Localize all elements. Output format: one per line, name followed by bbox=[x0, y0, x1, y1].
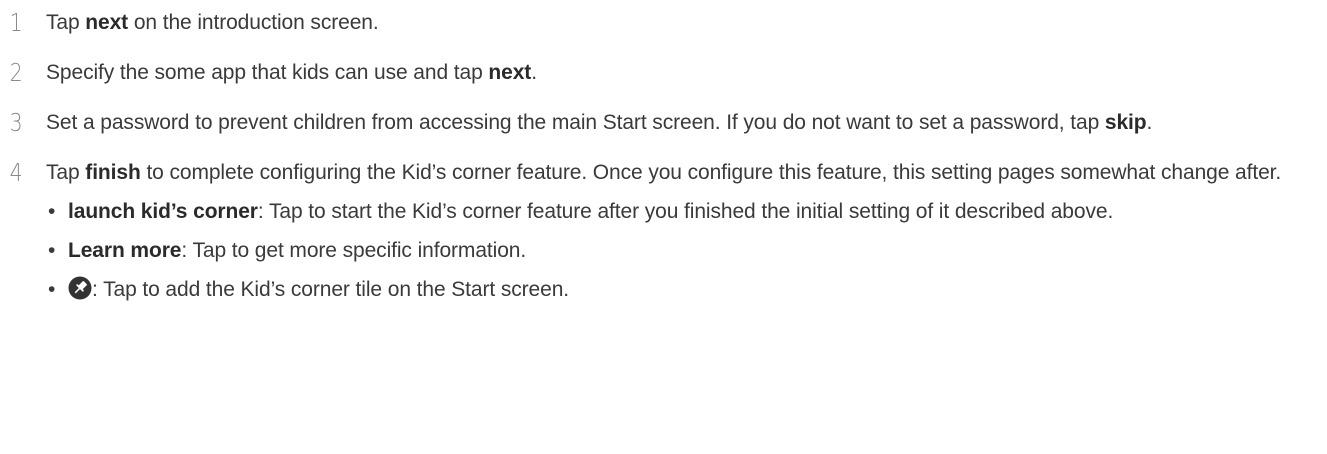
step-number: 1 bbox=[9, 8, 23, 37]
step-text-after: . bbox=[1146, 111, 1153, 134]
step-keyword: next bbox=[85, 11, 129, 34]
option-list: • launch kid’s corner: Tap to start the … bbox=[46, 195, 1281, 306]
bullet-symbol: • bbox=[48, 239, 56, 262]
step-keyword: next bbox=[488, 61, 532, 84]
step-keyword: skip bbox=[1104, 111, 1147, 134]
step-1: 1 Tap next on the introduction screen. bbox=[8, 5, 1307, 41]
bullet-symbol: • bbox=[48, 278, 56, 301]
step-2: 2 Specify the some app that kids can use… bbox=[8, 55, 1307, 91]
option-launch-kids-corner: • launch kid’s corner: Tap to start the … bbox=[46, 195, 1281, 228]
step-text-before: Specify the some app that kids can use a… bbox=[46, 61, 489, 84]
option-learn-more: • Learn more: Tap to get more specific i… bbox=[46, 234, 1281, 267]
step-4: 4 Tap finish to complete configuring the… bbox=[8, 155, 1307, 312]
step-body: Tap finish to complete configuring the K… bbox=[46, 155, 1281, 191]
option-term: Learn more bbox=[68, 239, 182, 262]
step-text-after: on the introduction screen. bbox=[128, 11, 379, 34]
step-keyword: finish bbox=[85, 161, 141, 184]
step-text: Tap next on the introduction screen. bbox=[46, 5, 379, 41]
pin-icon bbox=[68, 276, 92, 300]
step-text-after: to complete configuring the Kid’s corner… bbox=[140, 161, 1282, 184]
option-description: : Tap to get more specific information. bbox=[181, 239, 527, 262]
instructions-page: 1 Tap next on the introduction screen. 2… bbox=[0, 0, 1327, 454]
bullet-symbol: • bbox=[48, 200, 56, 223]
option-term: launch kid’s corner bbox=[68, 200, 258, 223]
step-text: Specify the some app that kids can use a… bbox=[46, 55, 537, 91]
step-3: 3 Set a password to prevent children fro… bbox=[8, 105, 1307, 141]
step-number: 4 bbox=[9, 158, 23, 187]
step-text-before: Tap bbox=[46, 11, 86, 34]
step-text: Tap finish to complete configuring the K… bbox=[46, 155, 1281, 312]
step-text-before: Tap bbox=[46, 161, 86, 184]
step-text-before: Set a password to prevent children from … bbox=[46, 111, 1105, 134]
option-pin-to-start: • : Tap to add the Kid’s corner tile on … bbox=[46, 273, 1281, 306]
step-text: Set a password to prevent children from … bbox=[46, 105, 1152, 141]
option-description: : Tap to start the Kid’s corner feature … bbox=[257, 200, 1114, 223]
step-text-after: . bbox=[531, 61, 537, 84]
option-description: : Tap to add the Kid’s corner tile on th… bbox=[92, 278, 570, 301]
step-number: 2 bbox=[9, 58, 23, 87]
step-number: 3 bbox=[9, 108, 23, 137]
